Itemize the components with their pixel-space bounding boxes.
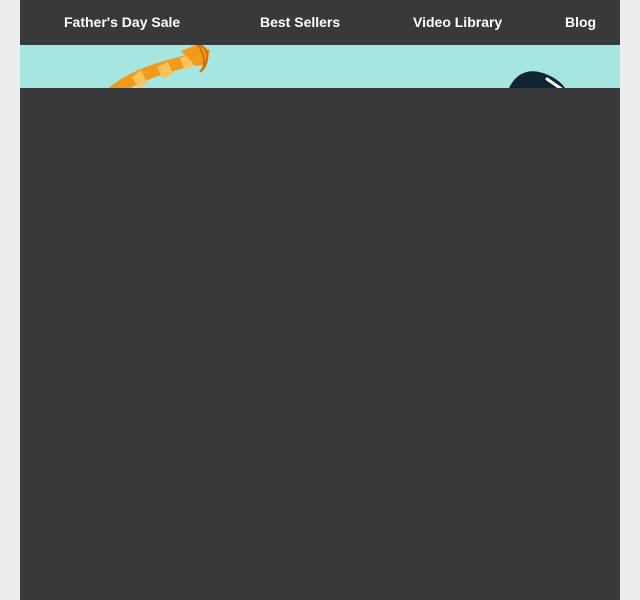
hero-banner[interactable] [20, 45, 620, 88]
necktie-icon [108, 45, 210, 88]
nav-link-blog[interactable]: Blog [565, 0, 596, 45]
nav-link-fathers-day-sale[interactable]: Father's Day Sale [64, 0, 180, 45]
email-page: Father's Day Sale Best Sellers Video Lib… [20, 0, 620, 600]
dark-object-icon [509, 71, 565, 88]
hero-illustration [108, 45, 565, 88]
top-nav: Father's Day Sale Best Sellers Video Lib… [20, 0, 620, 45]
nav-link-best-sellers[interactable]: Best Sellers [260, 0, 340, 45]
email-content-area [20, 88, 620, 600]
nav-link-video-library[interactable]: Video Library [413, 0, 502, 45]
